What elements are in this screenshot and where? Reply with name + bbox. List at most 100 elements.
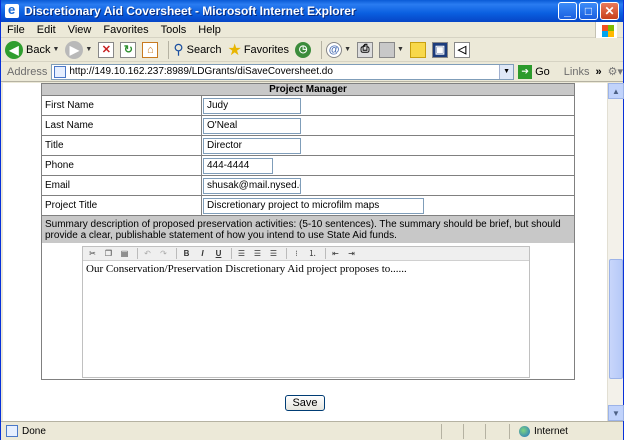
- discuss-button[interactable]: [409, 41, 426, 58]
- scroll-thumb[interactable]: [609, 259, 623, 379]
- address-dropdown-icon[interactable]: ▼: [499, 64, 514, 79]
- menu-tools[interactable]: Tools: [155, 24, 193, 36]
- menu-edit[interactable]: Edit: [31, 24, 62, 36]
- back-button[interactable]: ◀ Back ▼: [5, 40, 59, 59]
- links-button[interactable]: Links: [564, 66, 590, 78]
- summary-prompt: Summary description of proposed preserva…: [42, 216, 574, 243]
- messenger-button[interactable]: ◁: [453, 41, 470, 58]
- maximize-button[interactable]: □: [579, 2, 598, 20]
- first-name-input[interactable]: Judy: [203, 97, 301, 114]
- summary-editor-area: ✂ ❐ ▤ ↶ ↷ B I U ☰ ☰ ☰ ⁝ ⒈ ⇤ ⇥ Our Conser…: [42, 243, 574, 379]
- status-divider: [509, 423, 510, 439]
- italic-icon[interactable]: I: [196, 248, 209, 260]
- status-text: Done: [22, 425, 46, 437]
- addon-icon[interactable]: ⚙▾: [608, 65, 623, 78]
- menu-view[interactable]: View: [62, 24, 98, 36]
- menu-favorites[interactable]: Favorites: [97, 24, 154, 36]
- cut-icon[interactable]: ✂: [86, 248, 99, 260]
- coversheet-form: Project Manager First Name Judy Last Nam…: [41, 83, 575, 380]
- page-icon: [54, 65, 67, 78]
- align-left-icon[interactable]: ☰: [235, 248, 248, 260]
- favorites-label: Favorites: [243, 43, 290, 56]
- dropdown-arrow-icon[interactable]: ▼: [52, 46, 59, 53]
- print-button[interactable]: ⎙: [357, 41, 373, 58]
- stop-button[interactable]: ✕: [98, 41, 115, 58]
- edit-button[interactable]: ▼: [379, 41, 404, 58]
- title-input[interactable]: Director: [203, 137, 301, 154]
- undo-icon[interactable]: ↶: [141, 248, 154, 260]
- email-input[interactable]: shusak@mail.nysed.go: [203, 177, 301, 194]
- stop-icon: ✕: [98, 41, 115, 58]
- indent-icon[interactable]: ⇥: [345, 248, 358, 260]
- toolbar-separator: [176, 248, 177, 259]
- rich-text-editor[interactable]: ✂ ❐ ▤ ↶ ↷ B I U ☰ ☰ ☰ ⁝ ⒈ ⇤ ⇥ Our Conser…: [82, 246, 530, 378]
- save-button[interactable]: Save: [285, 395, 325, 411]
- summary-text[interactable]: Our Conservation/Preservation Discretion…: [83, 261, 529, 277]
- mail-button[interactable]: @ ▼: [326, 41, 351, 58]
- back-arrow-icon: ◀: [5, 40, 23, 59]
- favorites-button[interactable]: ★ Favorites: [227, 40, 289, 60]
- mail-icon: @: [326, 41, 343, 58]
- field-row-phone: Phone 444-4444: [42, 156, 574, 176]
- scroll-down-icon[interactable]: ▼: [608, 405, 624, 421]
- status-bar: Done Internet: [1, 421, 623, 440]
- dropdown-arrow-icon[interactable]: ▼: [397, 46, 404, 53]
- page-content: Project Manager First Name Judy Last Nam…: [3, 83, 607, 421]
- links-chevron[interactable]: »: [595, 66, 601, 78]
- address-input[interactable]: http://149.10.162.237:8989/LDGrants/diSa…: [51, 63, 515, 80]
- standard-toolbar: ◀ Back ▼ ▶ ▼ ✕ ↻ ⌂ ⚲ Search ★ Favorites …: [1, 38, 623, 62]
- title-bar[interactable]: Discretionary Aid Coversheet - Microsoft…: [1, 0, 623, 22]
- address-bar: Address http://149.10.162.237:8989/LDGra…: [1, 62, 623, 82]
- numbered-list-icon[interactable]: ⒈: [306, 248, 319, 260]
- scroll-up-icon[interactable]: ▲: [608, 83, 624, 99]
- history-icon: ◷: [295, 41, 312, 58]
- copy-icon[interactable]: ❐: [102, 248, 115, 260]
- menu-help[interactable]: Help: [192, 24, 227, 36]
- project-title-input[interactable]: Discretionary project to microfilm maps: [203, 197, 424, 214]
- history-button[interactable]: ◷: [295, 41, 312, 58]
- search-label: Search: [186, 43, 222, 56]
- field-label: First Name: [42, 96, 202, 115]
- phone-input[interactable]: 444-4444: [203, 157, 273, 174]
- menu-bar: File Edit View Favorites Tools Help: [1, 22, 623, 38]
- toolbar-separator: [137, 248, 138, 259]
- security-zone: Internet: [519, 425, 568, 437]
- underline-icon[interactable]: U: [212, 248, 225, 260]
- last-name-input[interactable]: O'Neal: [203, 117, 301, 134]
- menu-file[interactable]: File: [1, 24, 31, 36]
- bullet-list-icon[interactable]: ⁝: [290, 248, 303, 260]
- minimize-button[interactable]: _: [558, 2, 577, 20]
- forward-arrow-icon: ▶: [65, 40, 84, 59]
- forward-button[interactable]: ▶ ▼: [65, 40, 92, 59]
- paste-icon[interactable]: ▤: [118, 248, 131, 260]
- dropdown-arrow-icon[interactable]: ▼: [85, 46, 92, 53]
- page-status-icon: [6, 425, 18, 437]
- status-divider: [485, 423, 486, 439]
- search-button[interactable]: ⚲ Search: [173, 41, 221, 58]
- edit-icon: [379, 41, 395, 58]
- home-button[interactable]: ⌂: [142, 41, 159, 58]
- refresh-button[interactable]: ↻: [120, 41, 137, 58]
- address-url: http://149.10.162.237:8989/LDGrants/diSa…: [69, 66, 333, 77]
- outdent-icon[interactable]: ⇤: [329, 248, 342, 260]
- print-icon: ⎙: [357, 41, 373, 58]
- align-right-icon[interactable]: ☰: [267, 248, 280, 260]
- refresh-icon: ↻: [120, 41, 137, 58]
- address-label: Address: [7, 65, 48, 78]
- redo-icon[interactable]: ↷: [157, 248, 170, 260]
- research-button[interactable]: ▣: [431, 41, 448, 58]
- go-button[interactable]: ➔ Go: [518, 64, 550, 79]
- windows-logo-icon: [595, 22, 617, 38]
- toolbar-separator: [286, 248, 287, 259]
- bold-icon[interactable]: B: [180, 248, 193, 260]
- ie-icon: [5, 2, 19, 18]
- field-row-last-name: Last Name O'Neal: [42, 116, 574, 136]
- vertical-scrollbar[interactable]: ▲ ▼: [607, 83, 624, 421]
- globe-icon: [519, 425, 530, 437]
- field-label: Email: [42, 176, 202, 195]
- dropdown-arrow-icon[interactable]: ▼: [344, 46, 351, 53]
- field-row-email: Email shusak@mail.nysed.go: [42, 176, 574, 196]
- close-button[interactable]: ✕: [600, 2, 619, 20]
- status-divider: [463, 423, 464, 439]
- align-center-icon[interactable]: ☰: [251, 248, 264, 260]
